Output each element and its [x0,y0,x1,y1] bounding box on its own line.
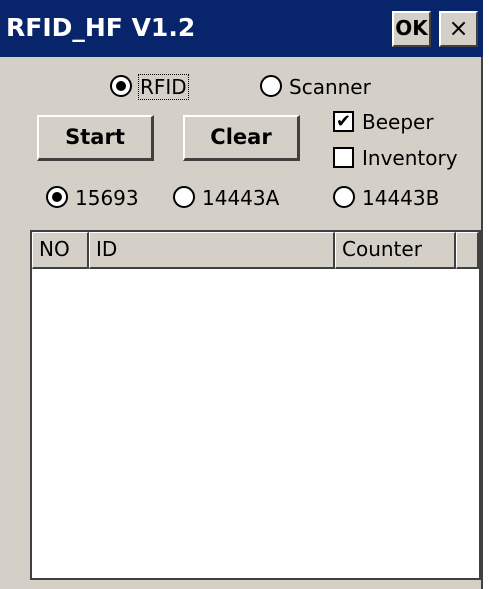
beeper-checkbox[interactable]: ✔ Beeper [333,107,473,137]
column-header-id[interactable]: ID [89,232,335,269]
close-button[interactable]: × [439,11,478,47]
radio-14443a-indicator[interactable] [173,186,195,208]
column-header-no[interactable]: NO [32,232,89,269]
beeper-checkbox-box[interactable]: ✔ [333,111,354,132]
title-bar: RFID_HF V1.2 OK × [0,0,483,57]
inventory-label: Inventory [362,146,458,170]
clear-button[interactable]: Clear [183,115,300,161]
inventory-checkbox-box[interactable] [333,147,354,168]
inventory-checkbox[interactable]: Inventory [333,143,483,173]
radio-14443b[interactable]: 14443B [333,183,473,213]
radio-14443b-indicator[interactable] [333,186,355,208]
tag-list[interactable]: NO ID Counter [30,230,481,580]
radio-14443a-label: 14443A [202,186,280,210]
radio-rfid[interactable]: RFID [110,72,210,102]
window-title: RFID_HF V1.2 [6,13,196,42]
radio-15693-label: 15693 [75,186,139,210]
ok-button[interactable]: OK [392,11,431,47]
radio-rfid-label: RFID [138,74,189,100]
radio-15693-indicator[interactable] [46,186,68,208]
radio-scanner[interactable]: Scanner [260,72,390,102]
radio-15693[interactable]: 15693 [46,183,166,213]
radio-scanner-label: Scanner [289,75,371,99]
app-window: RFID_HF V1.2 OK × RFID Scanner Start Cle… [0,0,483,589]
radio-14443b-label: 14443B [362,186,440,210]
radio-scanner-indicator[interactable] [260,75,282,97]
column-header-counter[interactable]: Counter [335,232,456,269]
start-button[interactable]: Start [37,115,154,161]
beeper-label: Beeper [362,110,434,134]
column-header-empty[interactable] [456,232,479,269]
radio-rfid-indicator[interactable] [110,75,132,97]
radio-14443a[interactable]: 14443A [173,183,313,213]
